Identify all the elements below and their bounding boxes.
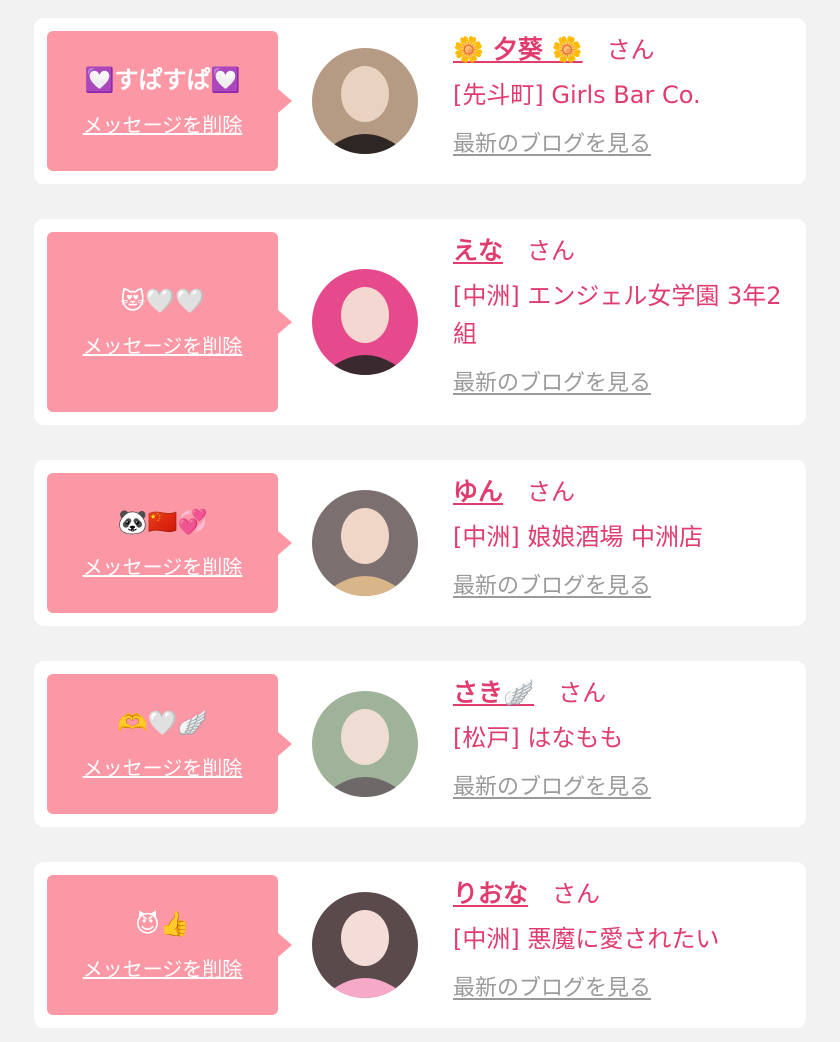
avatar[interactable] xyxy=(312,48,418,154)
latest-blog-link[interactable]: 最新のブログを見る xyxy=(453,970,793,1002)
message-text: 🫶🤍🪽 xyxy=(117,708,208,737)
favorite-card: 🐼🇨🇳💞 メッセージを削除 ゆん さん [中洲] 娘娘酒場 中洲店 最新のブログ… xyxy=(34,460,806,626)
avatar-image xyxy=(312,691,418,797)
message-text: 😻🤍🤍 xyxy=(120,286,205,315)
avatar[interactable] xyxy=(312,269,418,375)
latest-blog-link[interactable]: 最新のブログを見る xyxy=(453,568,793,600)
avatar[interactable] xyxy=(312,691,418,797)
honorific: さん xyxy=(552,880,601,908)
delete-message-link[interactable]: メッセージを削除 xyxy=(83,551,243,580)
message-bubble: 😈👍 メッセージを削除 xyxy=(47,875,292,1015)
shop-name: [中洲] エンジェル女学園 3年2組 xyxy=(453,282,782,348)
favorite-card: 💟すぱすぱ💟 メッセージを削除 🌼 夕葵 🌼 さん [先斗町] Girls Ba… xyxy=(34,18,806,184)
favorite-card: 🫶🤍🪽 メッセージを削除 さき🪽 さん [松戸] はなもも 最新のブログを見る xyxy=(34,661,806,827)
favorite-card: 😈👍 メッセージを削除 りおな さん [中洲] 悪魔に愛されたい 最新のブログを… xyxy=(34,862,806,1028)
message-bubble: 😻🤍🤍 メッセージを削除 xyxy=(47,232,292,412)
profile-name-link[interactable]: ゆん xyxy=(453,474,503,510)
avatar-image xyxy=(312,48,418,154)
honorific: さん xyxy=(606,36,655,64)
profile-name-link[interactable]: りおな xyxy=(453,876,528,912)
latest-blog-link[interactable]: 最新のブログを見る xyxy=(453,365,793,397)
honorific: さん xyxy=(527,237,576,265)
profile-info: 🌼 夕葵 🌼 さん [先斗町] Girls Bar Co. 最新のブログを見る xyxy=(453,32,793,158)
favorites-list: 💟すぱすぱ💟 メッセージを削除 🌼 夕葵 🌼 さん [先斗町] Girls Ba… xyxy=(0,0,840,1042)
name-line: 🌼 夕葵 🌼 さん xyxy=(453,32,793,68)
message-bubble: 💟すぱすぱ💟 メッセージを削除 xyxy=(47,31,292,171)
profile-name-link[interactable]: えな xyxy=(453,233,503,269)
delete-message-link[interactable]: メッセージを削除 xyxy=(83,953,243,982)
message-bubble: 🐼🇨🇳💞 メッセージを削除 xyxy=(47,473,292,613)
message-text: 💟すぱすぱ💟 xyxy=(84,65,241,94)
avatar-image xyxy=(312,892,418,998)
message-text: 😈👍 xyxy=(135,909,190,938)
profile-name-link[interactable]: 🌼 夕葵 🌼 xyxy=(453,32,583,68)
name-line: りおな さん xyxy=(453,876,793,912)
delete-message-link[interactable]: メッセージを削除 xyxy=(83,752,243,781)
profile-info: ゆん さん [中洲] 娘娘酒場 中洲店 最新のブログを見る xyxy=(453,474,793,600)
name-line: さき🪽 さん xyxy=(453,675,793,711)
shop-name: [中洲] 悪魔に愛されたい xyxy=(453,925,720,953)
profile-info: えな さん [中洲] エンジェル女学園 3年2組 最新のブログを見る xyxy=(453,233,793,397)
message-bubble: 🫶🤍🪽 メッセージを削除 xyxy=(47,674,292,814)
latest-blog-link[interactable]: 最新のブログを見る xyxy=(453,769,793,801)
profile-name-link[interactable]: さき🪽 xyxy=(453,675,534,711)
avatar-image xyxy=(312,269,418,375)
shop-name: [中洲] 娘娘酒場 中洲店 xyxy=(453,523,703,551)
latest-blog-link[interactable]: 最新のブログを見る xyxy=(453,126,793,158)
message-text: 🐼🇨🇳💞 xyxy=(117,507,208,536)
avatar[interactable] xyxy=(312,490,418,596)
avatar-image xyxy=(312,490,418,596)
favorite-card: 😻🤍🤍 メッセージを削除 えな さん [中洲] エンジェル女学園 3年2組 最新… xyxy=(34,219,806,425)
profile-info: さき🪽 さん [松戸] はなもも 最新のブログを見る xyxy=(453,675,793,801)
name-line: ゆん さん xyxy=(453,474,793,510)
honorific: さん xyxy=(527,478,576,506)
shop-name: [松戸] はなもも xyxy=(453,724,624,752)
profile-info: りおな さん [中洲] 悪魔に愛されたい 最新のブログを見る xyxy=(453,876,793,1002)
honorific: さん xyxy=(558,679,607,707)
delete-message-link[interactable]: メッセージを削除 xyxy=(83,330,243,359)
avatar[interactable] xyxy=(312,892,418,998)
delete-message-link[interactable]: メッセージを削除 xyxy=(83,109,243,138)
name-line: えな さん xyxy=(453,233,793,269)
shop-name: [先斗町] Girls Bar Co. xyxy=(453,81,701,109)
